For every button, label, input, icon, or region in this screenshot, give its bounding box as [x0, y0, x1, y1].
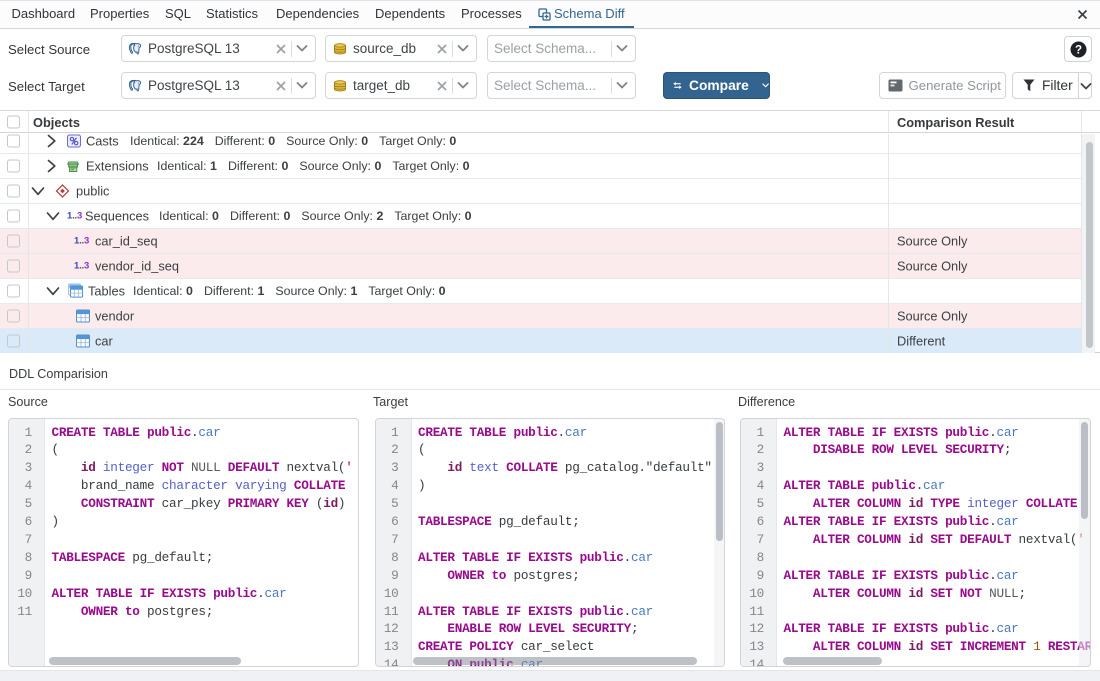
svg-text:?: ?	[1074, 44, 1081, 56]
